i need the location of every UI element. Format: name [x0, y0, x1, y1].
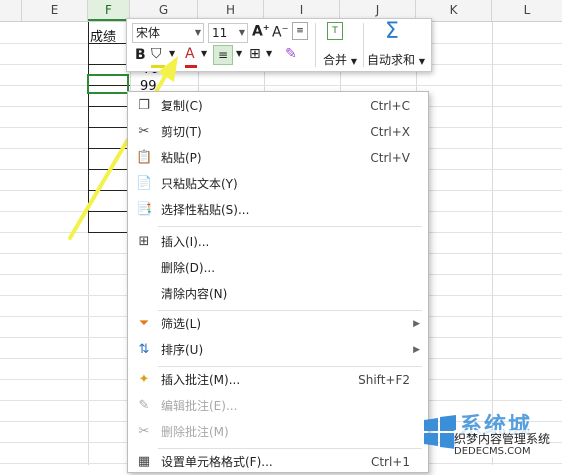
context-menu: ❐ 复制(C) Ctrl+C ✂ 剪切(T) Ctrl+X 📋 粘贴(P) Ct…: [127, 91, 429, 473]
menu-item-label: 编辑批注(E)...: [161, 399, 238, 413]
format-cells-icon: ▦: [137, 454, 151, 469]
menu-item-label: 剪切(T): [161, 125, 202, 139]
filter-icon: ⏷: [138, 316, 150, 331]
menu-item-label: 删除(D)...: [161, 261, 216, 275]
menu-item-label: 设置单元格格式(F)...: [161, 455, 273, 469]
watermark-line1: 织梦内容管理系统: [454, 430, 551, 447]
menu-item-shortcut: Shift+F2: [358, 373, 410, 387]
sort-icon: ⇅: [138, 342, 150, 357]
menu-item-delete[interactable]: 删除(D)...: [128, 255, 428, 281]
menu-item-insert[interactable]: ⊞ 插入(I)...: [128, 229, 428, 255]
menu-item-label: 只粘贴文本(Y): [161, 177, 238, 191]
menu-item-label: 排序(U): [161, 343, 204, 357]
paste-icon: 📋: [136, 150, 153, 165]
menu-item-format-cells[interactable]: ▦ 设置单元格格式(F)... Ctrl+1: [128, 449, 428, 475]
menu-item-delete-comment: ✂ 删除批注(M): [128, 419, 428, 445]
menu-item-copy[interactable]: ❐ 复制(C) Ctrl+C: [128, 93, 428, 119]
paste-special-icon: 📑: [136, 202, 153, 217]
menu-item-label: 筛选(L): [161, 317, 202, 331]
menu-item-edit-comment: ✎ 编辑批注(E)...: [128, 393, 428, 419]
menu-item-label: 插入(I)...: [161, 235, 210, 249]
menu-item-insert-comment[interactable]: ✦ 插入批注(M)... Shift+F2: [128, 367, 428, 393]
menu-item-label: 插入批注(M)...: [161, 373, 241, 387]
site-watermark: 系统城 织梦内容管理系统 DEDECMS.COM: [418, 408, 562, 465]
chevron-right-icon: ▶: [413, 345, 420, 355]
menu-item-shortcut: Ctrl+V: [370, 151, 410, 165]
menu-item-shortcut: Ctrl+C: [370, 99, 410, 113]
scissors-icon: ✂: [138, 124, 150, 139]
delete-comment-icon: ✂: [138, 424, 150, 439]
insert-comment-icon: ✦: [138, 372, 150, 387]
chevron-right-icon: ▶: [413, 319, 420, 329]
edit-comment-icon: ✎: [138, 398, 150, 413]
menu-item-filter[interactable]: ⏷ 筛选(L) ▶: [128, 311, 428, 337]
menu-item-label: 选择性粘贴(S)...: [161, 203, 250, 217]
menu-item-shortcut: Ctrl+1: [370, 455, 410, 469]
menu-item-paste-special[interactable]: 📑 选择性粘贴(S)...: [128, 197, 428, 223]
menu-item-paste-text-only[interactable]: 📄 只粘贴文本(Y): [128, 171, 428, 197]
menu-item-label: 清除内容(N): [161, 287, 228, 301]
paste-text-icon: 📄: [136, 176, 153, 191]
menu-item-clear-contents[interactable]: 清除内容(N): [128, 281, 428, 307]
menu-item-label: 粘贴(P): [161, 151, 202, 165]
menu-item-shortcut: Ctrl+X: [370, 125, 410, 139]
menu-item-label: 复制(C): [161, 99, 203, 113]
menu-item-sort[interactable]: ⇅ 排序(U) ▶: [128, 337, 428, 363]
menu-item-paste[interactable]: 📋 粘贴(P) Ctrl+V: [128, 145, 428, 171]
watermark-line2: DEDECMS.COM: [454, 446, 531, 457]
menu-item-label: 删除批注(M): [161, 425, 229, 439]
menu-item-cut[interactable]: ✂ 剪切(T) Ctrl+X: [128, 119, 428, 145]
insert-icon: ⊞: [138, 234, 150, 249]
copy-icon: ❐: [138, 98, 150, 113]
